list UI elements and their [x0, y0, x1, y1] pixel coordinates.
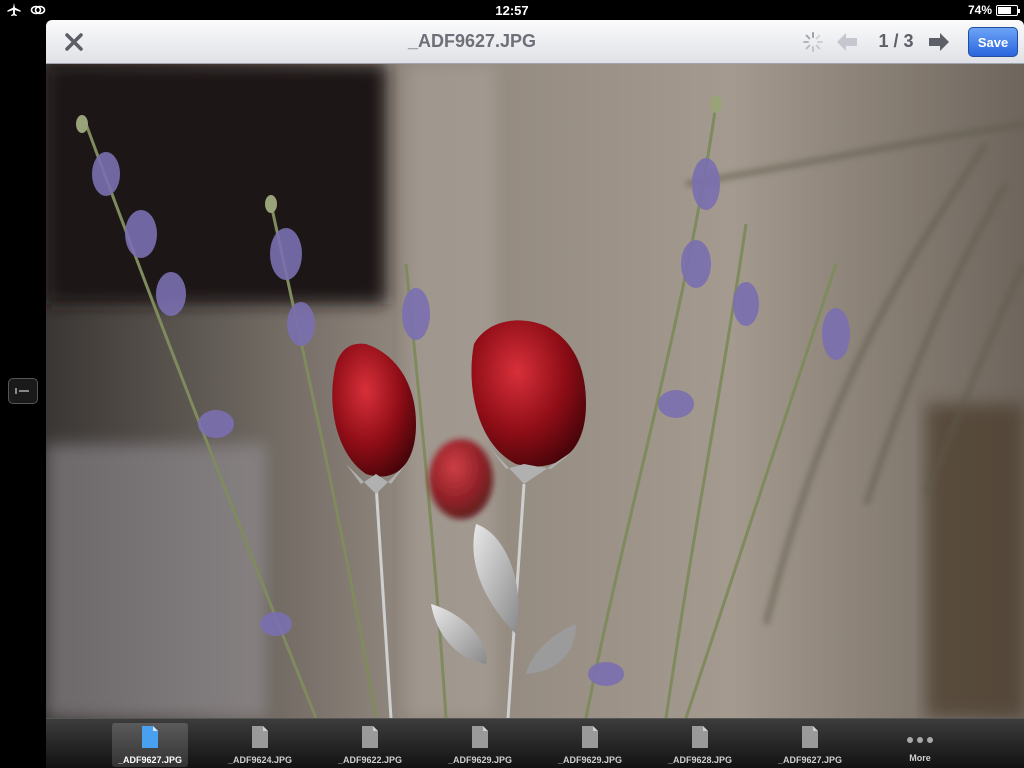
file-bar: _ADF9627.JPG _ADF9624.JPG _ADF9622.JPG _…: [46, 718, 1024, 768]
page-counter: 1 / 3: [878, 31, 914, 51]
file-label: _ADF9628.JPG: [667, 755, 733, 765]
file-item-6[interactable]: _ADF9628.JPG: [662, 723, 738, 767]
battery-percent: 74%: [967, 3, 992, 17]
loading-spinner-icon: [803, 32, 823, 52]
photo-image: [46, 64, 1024, 718]
file-label: _ADF9627.JPG: [117, 755, 183, 765]
file-label: _ADF9624.JPG: [227, 755, 293, 765]
more-dots-icon: [907, 733, 933, 747]
file-title: _ADF9627.JPG: [407, 31, 537, 51]
file-label: _ADF9629.JPG: [447, 755, 513, 765]
status-bar: 12:57 74%: [0, 0, 1024, 20]
document-file-icon: [362, 726, 378, 748]
document-file-icon: [252, 726, 268, 748]
photo-view[interactable]: [46, 64, 1024, 718]
viewer-nav-bar: _ADF9627.JPG 1 / 3 Save: [46, 20, 1024, 64]
file-label: _ADF9622.JPG: [337, 755, 403, 765]
arrow-left-icon: [837, 33, 857, 51]
file-label: _ADF9629.JPG: [557, 755, 623, 765]
document-file-icon: [472, 726, 488, 748]
battery-fill: [998, 6, 1012, 14]
arrow-right-icon: [929, 33, 949, 51]
file-item-1[interactable]: _ADF9627.JPG: [112, 723, 188, 767]
previous-button[interactable]: [834, 29, 860, 55]
close-icon: [65, 33, 83, 51]
more-label: More: [909, 753, 931, 763]
file-item-2[interactable]: _ADF9624.JPG: [222, 723, 298, 767]
document-file-icon: [692, 726, 708, 748]
handle-grip-icon: [15, 388, 29, 394]
status-right: 74%: [967, 3, 1020, 17]
file-item-7[interactable]: _ADF9627.JPG: [772, 723, 848, 767]
save-button[interactable]: Save: [968, 27, 1018, 57]
file-label: _ADF9627.JPG: [777, 755, 843, 765]
battery-icon: [996, 4, 1020, 16]
status-time: 12:57: [495, 3, 529, 18]
more-button[interactable]: More: [882, 723, 958, 767]
document-file-icon: [582, 726, 598, 748]
next-button[interactable]: [926, 29, 952, 55]
close-button[interactable]: [60, 28, 88, 56]
document-file-icon: [802, 726, 818, 748]
file-item-4[interactable]: _ADF9629.JPG: [442, 723, 518, 767]
image-viewer: _ADF9627.JPG 1 / 3 Save _ADF9627.JPG _AD…: [46, 20, 1024, 768]
image-file-icon: [142, 726, 158, 748]
side-drag-handle[interactable]: [8, 378, 38, 404]
file-item-5[interactable]: _ADF9629.JPG: [552, 723, 628, 767]
file-item-3[interactable]: _ADF9622.JPG: [332, 723, 408, 767]
